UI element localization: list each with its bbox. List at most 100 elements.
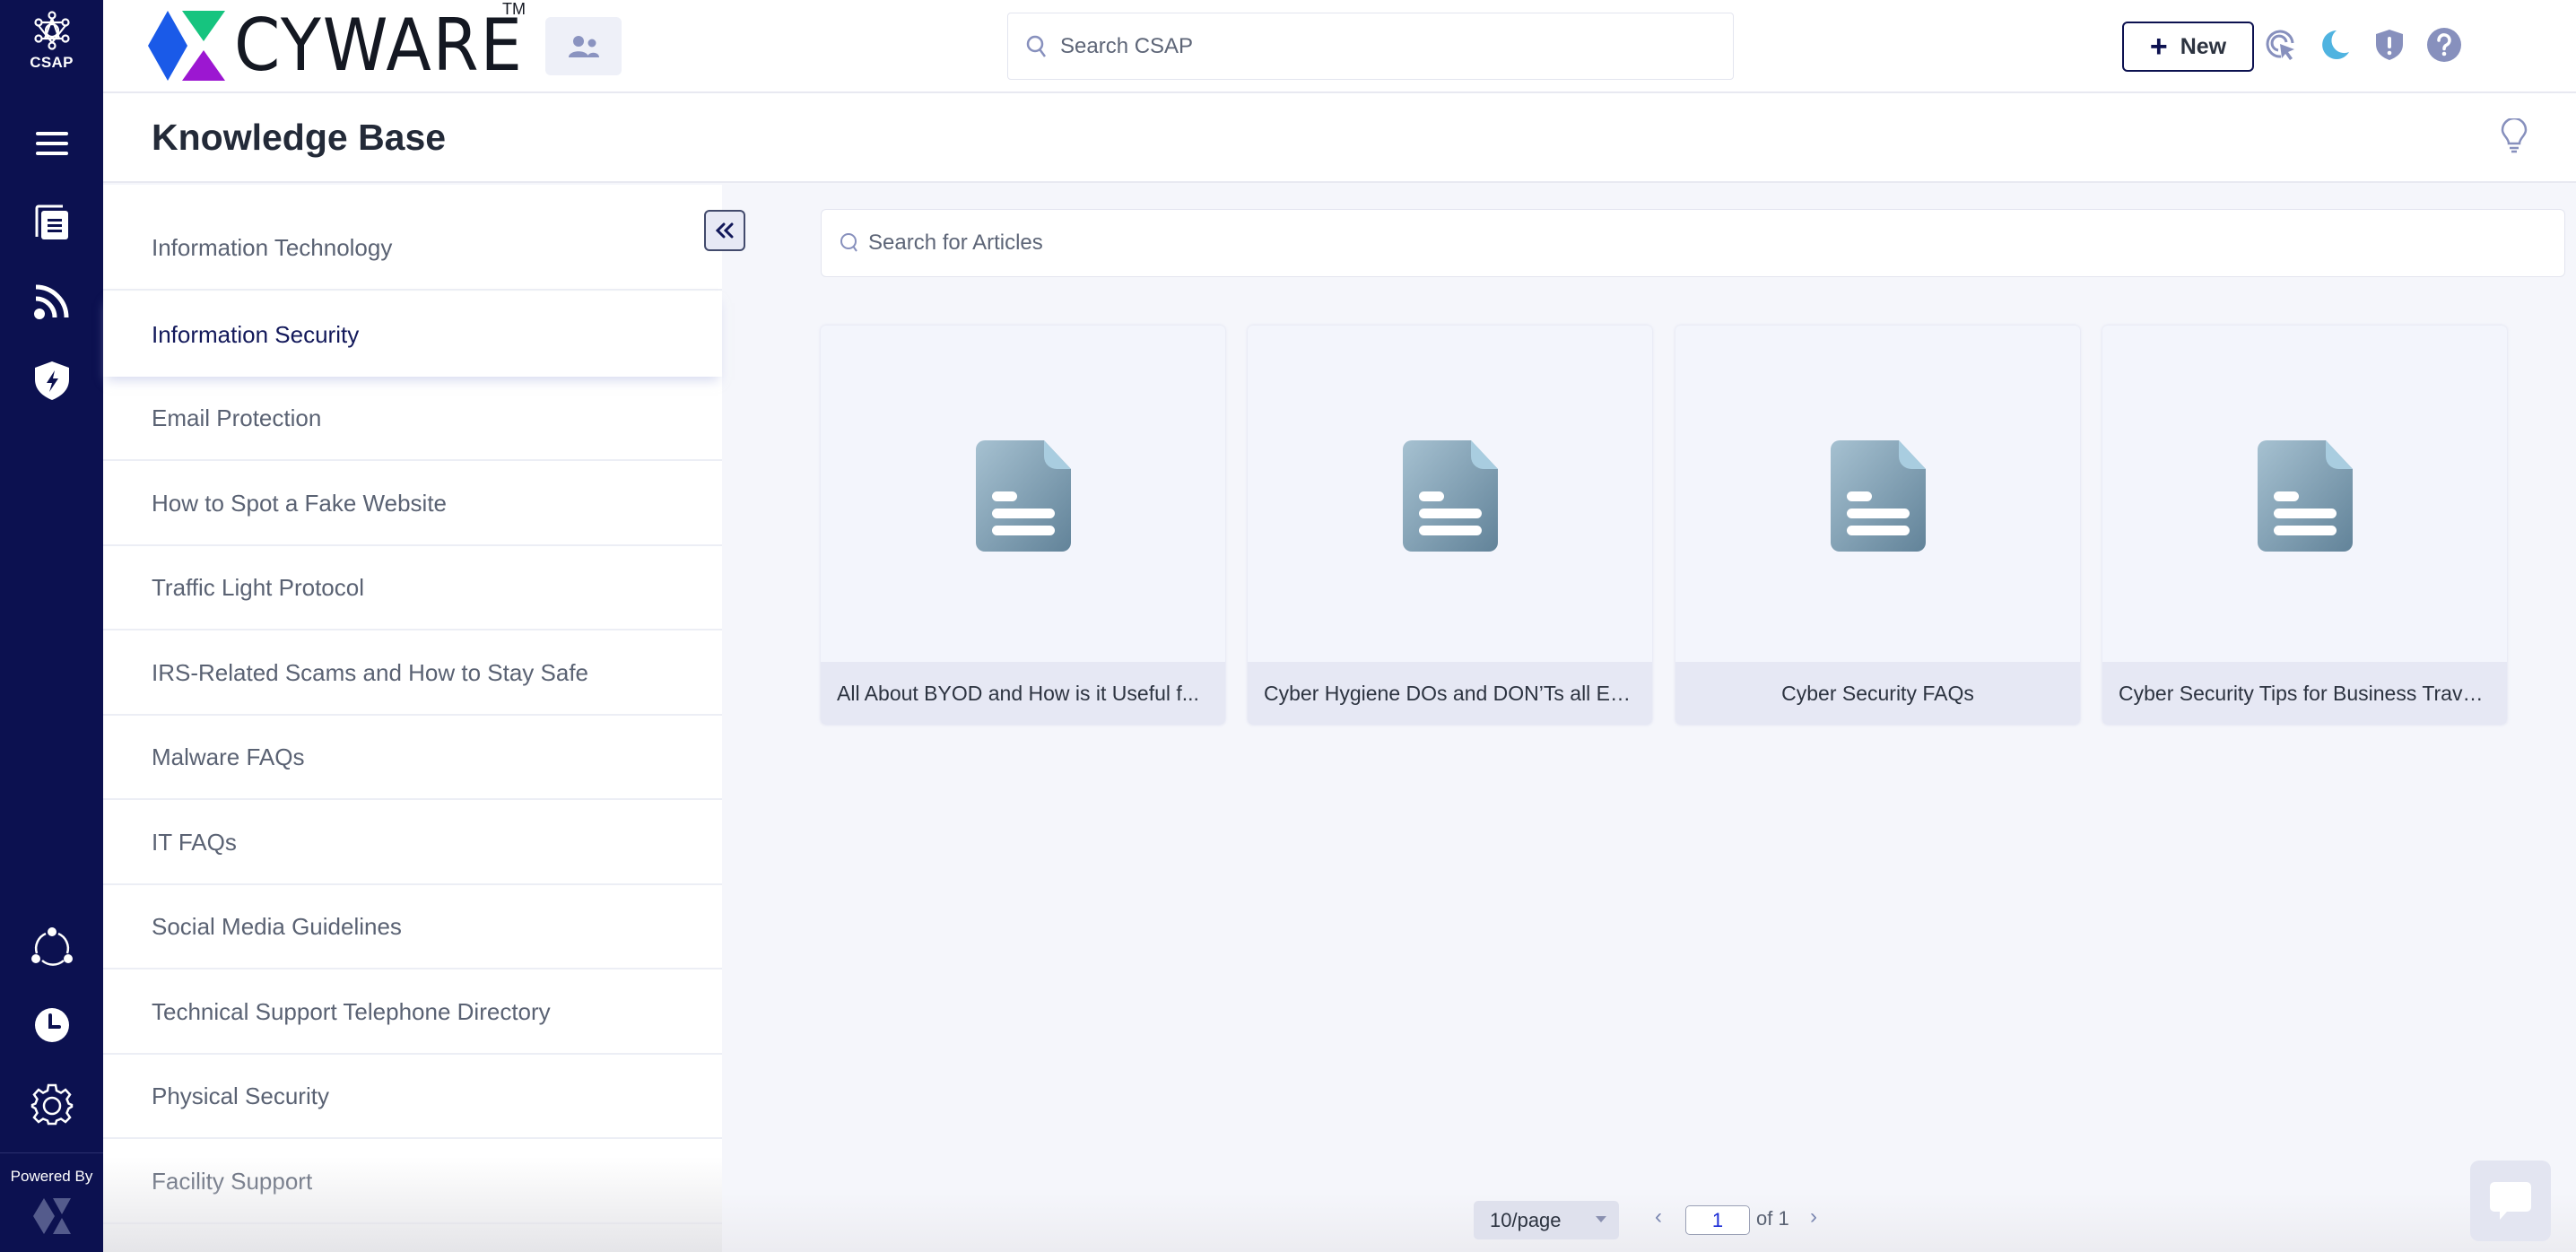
category-item[interactable]: Malware FAQs (103, 716, 722, 800)
document-icon (1402, 440, 1498, 552)
cursor-click-icon (2266, 30, 2294, 60)
dark-mode-toggle[interactable] (2315, 25, 2354, 65)
article-title: All About BYOD and How is it Useful f... (821, 662, 1225, 725)
article-title-text: Cyber Security FAQs (1781, 681, 1974, 705)
cyware-logo-mark-icon (148, 11, 225, 81)
page-number-input[interactable] (1685, 1205, 1750, 1235)
document-icon (975, 440, 1071, 552)
category-label: IRS-Related Scams and How to Stay Safe (152, 658, 589, 686)
users-icon (568, 35, 599, 57)
lightbulb-icon (2501, 117, 2528, 153)
prev-page-button[interactable]: ‹ (1655, 1204, 1662, 1230)
category-item[interactable]: IT FAQs (103, 801, 722, 885)
category-label: Facility Support (152, 1167, 313, 1195)
category-label: Social Media Guidelines (152, 912, 402, 940)
plus-icon: + (2149, 30, 2168, 64)
rail-share-button[interactable] (0, 915, 103, 978)
article-title: Cyber Security Tips for Business Trave..… (2102, 662, 2507, 725)
search-icon (1026, 35, 1047, 57)
rail-feeds-button[interactable] (0, 270, 103, 333)
article-card[interactable]: Cyber Security Tips for Business Trave..… (2102, 326, 2507, 725)
gear-icon (30, 1083, 73, 1126)
chat-bubble-icon (2490, 1182, 2531, 1220)
category-item[interactable]: Facility Support (103, 1140, 722, 1224)
page-size-value: 10/page (1490, 1208, 1562, 1231)
category-label: Malware FAQs (152, 743, 305, 770)
category-label: IT FAQs (152, 828, 237, 856)
documents-icon (35, 204, 68, 239)
category-item[interactable]: Information Technology (103, 206, 722, 291)
logo-trademark: TM (502, 0, 526, 18)
help-icon (2427, 28, 2461, 62)
category-label: Information Technology (152, 233, 393, 261)
csap-network-icon (33, 11, 70, 50)
category-label: Technical Support Telephone Directory (152, 997, 551, 1025)
rss-icon (33, 284, 68, 319)
category-item[interactable]: Email Protection (103, 377, 722, 461)
collapse-sidebar-button[interactable] (704, 210, 745, 251)
category-item[interactable]: How to Spot a Fake Website (103, 462, 722, 546)
document-icon (1830, 440, 1926, 552)
article-search-input[interactable] (868, 230, 2421, 256)
users-button[interactable] (545, 17, 622, 75)
page-total-label: of 1 (1756, 1207, 1789, 1230)
global-search[interactable] (1007, 13, 1734, 80)
app-brand[interactable]: CSAP (0, 11, 103, 72)
article-title-text: Cyber Security Tips for Business Trave..… (2119, 681, 2491, 705)
powered-by: Powered By (0, 1152, 103, 1236)
new-button[interactable]: + New (2122, 22, 2254, 72)
rail-history-button[interactable] (0, 994, 103, 1056)
category-label: Traffic Light Protocol (152, 573, 364, 601)
category-item[interactable]: IRS-Related Scams and How to Stay Safe (103, 631, 722, 716)
shield-bolt-icon (34, 361, 69, 400)
article-card[interactable]: All About BYOD and How is it Useful f... (821, 326, 1225, 725)
shield-alert-icon (2376, 30, 2403, 60)
category-item[interactable]: Social Media Guidelines (103, 885, 722, 969)
guided-tour-button[interactable] (2261, 25, 2301, 65)
category-label: Information Security (152, 320, 360, 348)
top-header: CYWARE TM + New (103, 0, 2576, 93)
next-page-button[interactable]: › (1810, 1204, 1817, 1230)
article-card[interactable]: Cyber Security FAQs (1675, 326, 2080, 725)
category-label: Physical Security (152, 1082, 329, 1109)
category-label: Email Protection (152, 404, 322, 431)
rail-articles-button[interactable] (0, 191, 103, 254)
article-search[interactable] (821, 209, 2565, 277)
cyware-mark-icon (32, 1198, 71, 1234)
rail-settings-button[interactable] (0, 1073, 103, 1135)
title-bar: Knowledge Base (103, 93, 2576, 183)
help-button[interactable] (2424, 25, 2464, 65)
powered-by-label: Powered By (10, 1168, 93, 1185)
share-nodes-icon (30, 927, 73, 966)
logo-text: CYWARE (234, 4, 524, 87)
document-icon (2257, 440, 2353, 552)
page-title: Knowledge Base (152, 117, 447, 158)
category-item-active[interactable]: Information Security (103, 292, 722, 377)
app-brand-label: CSAP (30, 54, 74, 71)
page-size-select[interactable]: 10/page (1474, 1201, 1619, 1239)
article-title: Cyber Security FAQs (1675, 662, 2080, 725)
category-item[interactable]: Traffic Light Protocol (103, 546, 722, 630)
pagination-bar (722, 1193, 2576, 1252)
rail-threats-button[interactable] (0, 349, 103, 412)
category-label: How to Spot a Fake Website (152, 489, 448, 517)
article-title-text: All About BYOD and How is it Useful f... (837, 681, 1199, 705)
category-item[interactable]: Technical Support Telephone Directory (103, 970, 722, 1055)
new-button-label: New (2180, 33, 2227, 59)
caret-down-icon (1596, 1216, 1606, 1222)
article-title-text: Cyber Hygiene DOs and DON’Ts all Em... (1264, 681, 1636, 705)
chat-button[interactable] (2470, 1161, 2551, 1241)
double-chevron-left-icon (715, 222, 734, 239)
cyware-logo[interactable]: CYWARE (148, 9, 549, 83)
article-title: Cyber Hygiene DOs and DON’Ts all Em... (1248, 662, 1652, 725)
category-item[interactable]: Physical Security (103, 1055, 722, 1139)
tips-button[interactable] (2501, 117, 2528, 159)
rail-menu-button[interactable] (0, 112, 103, 175)
clock-icon (34, 1008, 69, 1042)
hamburger-icon (35, 132, 68, 155)
article-card[interactable]: Cyber Hygiene DOs and DON’Ts all Em... (1248, 326, 1652, 725)
global-search-input[interactable] (1060, 33, 1697, 59)
moon-icon (2322, 30, 2349, 59)
search-icon (840, 233, 857, 252)
security-alerts-button[interactable] (2370, 25, 2409, 65)
